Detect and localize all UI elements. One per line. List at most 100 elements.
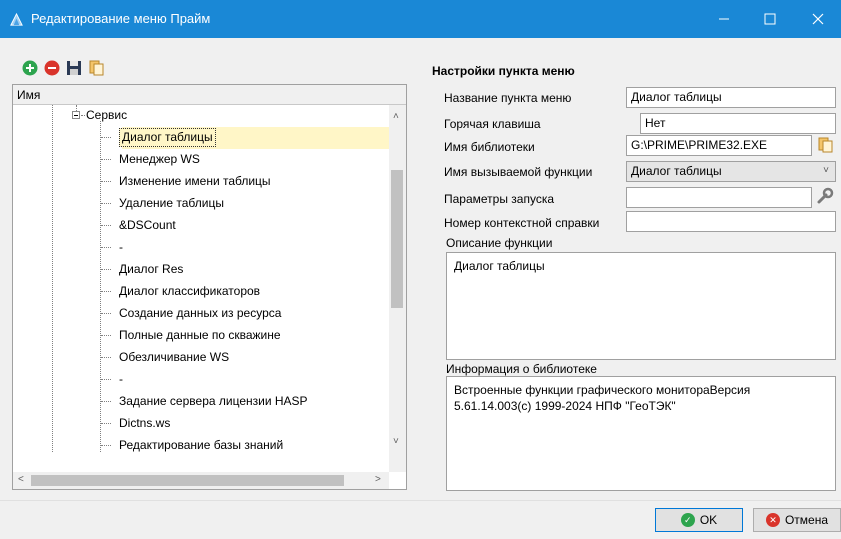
cancel-button[interactable]: ✕ Отмена — [753, 508, 841, 532]
tree-item-label: Изменение имени таблицы — [119, 174, 271, 188]
chevron-down-icon: ˅ — [823, 165, 829, 176]
tree-item[interactable]: Диалог таблицы — [13, 127, 389, 149]
ok-button[interactable]: ✓ OK — [655, 508, 743, 532]
tree-connector — [101, 247, 111, 248]
tree-connector — [101, 203, 111, 204]
minimize-icon — [719, 18, 729, 20]
copy-icon[interactable] — [88, 60, 104, 76]
tree-item[interactable]: Диалог классификаторов — [13, 281, 389, 303]
tree-item[interactable]: Диалог Res — [13, 259, 389, 281]
minimize-button[interactable] — [701, 0, 747, 38]
tree-connector — [101, 401, 111, 402]
library-field[interactable]: G:\PRIME\PRIME32.EXE — [626, 135, 812, 156]
tree-connector — [101, 291, 111, 292]
horizontal-scroll-thumb[interactable] — [31, 475, 344, 486]
function-select-value: Диалог таблицы — [631, 164, 722, 178]
tree-item-label: Обезличивание WS — [119, 350, 230, 364]
library-info-label: Информация о библиотеке — [446, 362, 597, 376]
remove-icon[interactable] — [44, 60, 60, 76]
cancel-icon: ✕ — [765, 513, 780, 527]
tree-item[interactable]: Редактирование базы знаний — [13, 435, 389, 452]
tree-connector — [101, 181, 111, 182]
function-label: Имя вызываемой функции — [444, 165, 593, 179]
settings-title: Настройки пункта меню — [432, 64, 575, 78]
window-title: Редактирование меню Прайм — [31, 11, 211, 26]
library-label: Имя библиотеки — [444, 140, 535, 154]
vertical-scrollbar[interactable]: ˄ ˅ — [389, 105, 406, 472]
app-icon — [10, 12, 23, 26]
tree-connector — [101, 225, 111, 226]
tree-item-label: - — [119, 372, 123, 386]
tree-connector — [101, 423, 111, 424]
tree-header[interactable]: Имя — [13, 85, 406, 105]
title-bar: Редактирование меню Прайм — [0, 0, 841, 38]
add-icon[interactable] — [22, 60, 38, 76]
tree-item[interactable]: Задание сервера лицензии HASP — [13, 391, 389, 413]
function-select[interactable]: Диалог таблицы ˅ — [626, 161, 836, 182]
description-label: Описание функции — [446, 236, 553, 250]
tree-item[interactable]: - — [13, 237, 389, 259]
tree-node-root[interactable]: Сервис — [13, 105, 389, 127]
tree-item-label: &DSCount — [119, 218, 176, 232]
menu-name-label: Название пункта меню — [444, 91, 572, 105]
cancel-button-label: Отмена — [784, 513, 829, 527]
tree-item-label: Удаление таблицы — [119, 196, 224, 210]
tree-item[interactable]: Удаление таблицы — [13, 193, 389, 215]
horizontal-scrollbar[interactable]: < > — [13, 472, 389, 489]
check-icon: ✓ — [680, 513, 695, 527]
tree-item[interactable]: Dictns.ws — [13, 413, 389, 435]
ok-button-label: OK — [699, 513, 718, 527]
hotkey-field[interactable]: Нет — [640, 113, 836, 134]
save-icon[interactable] — [66, 60, 82, 76]
tree-connector — [101, 357, 111, 358]
tree-item-label: Задание сервера лицензии HASP — [119, 394, 308, 408]
maximize-icon — [764, 13, 776, 25]
params-label: Параметры запуска — [444, 192, 555, 206]
tree-item[interactable]: Обезличивание WS — [13, 347, 389, 369]
tree-item[interactable]: &DSCount — [13, 215, 389, 237]
tree-item-label: Создание данных из ресурса — [119, 306, 282, 320]
scroll-up-icon[interactable]: ˄ — [393, 111, 399, 122]
help-field[interactable] — [626, 211, 836, 232]
vertical-scroll-thumb[interactable] — [391, 170, 403, 308]
tree-item[interactable]: Изменение имени таблицы — [13, 171, 389, 193]
tree-item-label: Диалог Res — [119, 262, 184, 276]
tree-item-label: Диалог классификаторов — [119, 284, 261, 298]
tree-connector — [101, 313, 111, 314]
help-label: Номер контекстной справки — [444, 216, 600, 230]
tree-item-label: Менеджер WS — [119, 152, 200, 166]
menu-tree[interactable]: Имя Сервис Диалог таблицы Менеджер WS Изме… — [12, 84, 407, 490]
tree-item[interactable]: - — [13, 369, 389, 391]
tree-body: Сервис Диалог таблицы Менеджер WS Изменени… — [13, 105, 389, 452]
description-field[interactable]: Диалог таблицы — [446, 252, 836, 360]
tree-connector — [101, 269, 111, 270]
tree-connector — [101, 445, 111, 446]
tree-item[interactable]: Полные данные по скважине — [13, 325, 389, 347]
scroll-left-icon[interactable]: < — [18, 474, 24, 485]
tree-connector — [101, 159, 111, 160]
params-field[interactable] — [626, 187, 812, 208]
browse-file-icon[interactable] — [817, 137, 833, 153]
tree-item-label: Диалог таблицы — [119, 128, 216, 147]
tree-connector — [101, 137, 111, 138]
column-name-header: Имя — [17, 88, 41, 102]
tree-item[interactable]: Создание данных из ресурса — [13, 303, 389, 325]
tree-item[interactable]: Менеджер WS — [13, 149, 389, 171]
scroll-down-icon[interactable]: ˅ — [393, 436, 399, 447]
tree-item-label: Dictns.ws — [119, 416, 171, 430]
tree-item-label: Редактирование базы знаний — [119, 438, 284, 452]
menu-name-field[interactable]: Диалог таблицы — [626, 87, 836, 108]
tree-node-label: Сервис — [86, 108, 128, 122]
tree-connector — [81, 115, 85, 116]
wrench-icon[interactable] — [816, 187, 834, 205]
tree-connector — [101, 379, 111, 380]
collapse-icon[interactable] — [72, 111, 80, 119]
maximize-button[interactable] — [747, 0, 793, 38]
scroll-right-icon[interactable]: > — [375, 474, 381, 485]
tree-item-label: Полные данные по скважине — [119, 328, 281, 342]
library-info-field: Встроенные функции графического монитора… — [446, 376, 836, 491]
tree-connector — [101, 335, 111, 336]
hotkey-label: Горячая клавиша — [444, 117, 541, 131]
close-button[interactable] — [795, 0, 841, 38]
close-icon — [812, 13, 824, 25]
